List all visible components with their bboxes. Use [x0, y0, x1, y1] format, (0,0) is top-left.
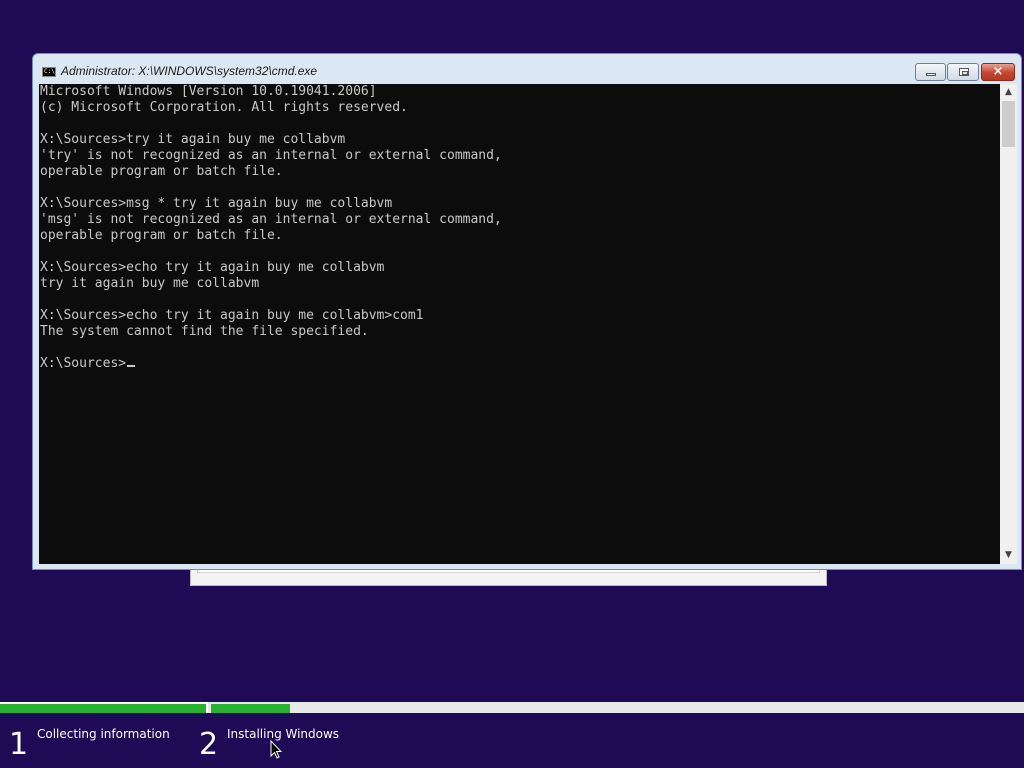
title-bar[interactable]: C:\ Administrator: X:\WINDOWS\system32\c…: [33, 54, 1021, 84]
console-line: X:\Sources>msg * try it again buy me col…: [40, 196, 393, 211]
console-line: X:\Sources>echo try it again buy me coll…: [40, 260, 385, 275]
scroll-down-arrow-icon[interactable]: ▼: [1000, 547, 1017, 564]
console-line: (c) Microsoft Corporation. All rights re…: [40, 100, 408, 115]
vertical-scrollbar[interactable]: ▲ ▼: [1000, 84, 1017, 564]
close-button[interactable]: ×: [981, 63, 1015, 81]
close-icon: ×: [992, 64, 1004, 79]
console-output[interactable]: Microsoft Windows [Version 10.0.19041.20…: [39, 84, 1000, 564]
console-line: operable program or batch file.: [40, 164, 283, 179]
console-line: 'msg' is not recognized as an internal o…: [40, 212, 502, 227]
scroll-thumb[interactable]: [1002, 101, 1015, 147]
minimize-icon: [926, 73, 936, 76]
step-2-progress-fill: [211, 704, 290, 713]
scroll-up-arrow-icon[interactable]: ▲: [1000, 84, 1017, 101]
step-1-number: 1: [9, 727, 29, 762]
step-1-label: Collecting information: [37, 727, 170, 741]
maximize-button[interactable]: [947, 63, 979, 81]
restore-icon: [959, 68, 969, 76]
console-line: X:\Sources>try it again buy me collabvm: [40, 132, 346, 147]
console-line: Microsoft Windows [Version 10.0.19041.20…: [40, 84, 377, 99]
console-line: 'try' is not recognized as an internal o…: [40, 148, 502, 163]
console-line: X:\Sources>: [39, 356, 1000, 372]
step-1-progress-fill: [0, 704, 206, 713]
minimize-button[interactable]: [915, 63, 946, 81]
console-line: X:\Sources>echo try it again buy me coll…: [40, 308, 424, 323]
text-cursor: [127, 365, 136, 367]
cmd-icon: C:\: [42, 67, 56, 77]
window-title: Administrator: X:\WINDOWS\system32\cmd.e…: [61, 64, 318, 78]
console-line: operable program or batch file.: [40, 228, 283, 243]
cmd-window[interactable]: C:\ Administrator: X:\WINDOWS\system32\c…: [32, 53, 1022, 570]
setup-progress-bar: [0, 702, 1024, 713]
console-line: The system cannot find the file specifie…: [40, 324, 369, 339]
step-2-label: Installing Windows: [227, 727, 340, 741]
console-line: try it again buy me collabvm: [40, 276, 260, 291]
step-2-number: 2: [199, 727, 219, 762]
mouse-pointer-icon: [270, 740, 282, 759]
